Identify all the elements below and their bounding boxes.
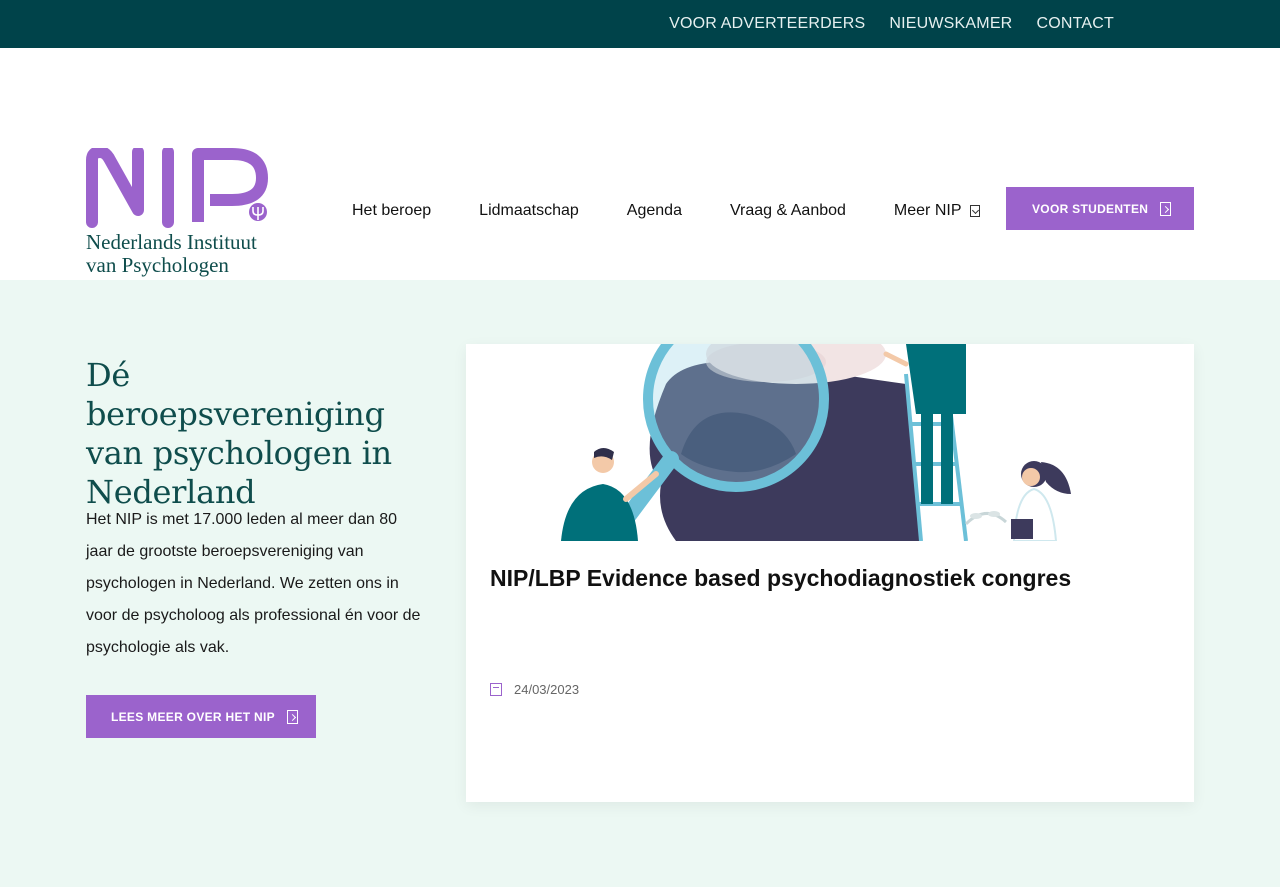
nav-item-agenda[interactable]: Agenda: [603, 202, 706, 220]
date-value: 24/03/2023: [514, 682, 580, 697]
nav-item-lidmaatschap[interactable]: Lidmaatschap: [455, 202, 603, 220]
link-voor-adverteerders[interactable]: VOOR ADVERTEERDERS: [669, 15, 865, 33]
logo-line-1: Nederlands Instituut: [86, 230, 257, 254]
link-contact[interactable]: CONTACT: [1036, 15, 1114, 33]
nip-logo[interactable]: Nederlands Instituut van Psychologen: [86, 146, 270, 282]
nav-label: Lidmaatschap: [479, 202, 579, 219]
chevron-down-icon: [969, 205, 980, 217]
voor-studenten-button[interactable]: VOOR STUDENTEN: [1006, 187, 1194, 230]
news-card-date: 24/03/2023: [490, 682, 579, 697]
news-card-title: NIP/LBP Evidence based psychodiagnostiek…: [490, 565, 1072, 591]
top-links: VOOR ADVERTEERDERS NIEUWSKAMER CONTACT: [669, 0, 1114, 48]
button-label: VOOR STUDENTEN: [1032, 201, 1149, 216]
lees-meer-button[interactable]: LEES MEER OVER HET NIP: [86, 695, 316, 738]
button-label: LEES MEER OVER HET NIP: [111, 709, 275, 724]
calendar-icon: [490, 683, 502, 696]
link-nieuwskamer[interactable]: NIEUWSKAMER: [889, 15, 1012, 33]
illustration-psychology: [561, 344, 1071, 541]
main-nav: Het beroep Lidmaatschap Agenda Vraag & A…: [328, 188, 1004, 234]
arrow-right-icon: [286, 709, 298, 724]
site-header: Nederlands Instituut van Psychologen Het…: [0, 48, 1280, 280]
logo-line-2: van Psychologen: [86, 253, 229, 277]
nav-item-vraag-aanbod[interactable]: Vraag & Aanbod: [706, 202, 870, 220]
nav-label: Vraag & Aanbod: [729, 202, 846, 219]
nav-label: Agenda: [626, 202, 682, 219]
hero-text: Het NIP is met 17.000 leden al meer dan …: [86, 511, 421, 656]
nav-item-meer-nip[interactable]: Meer NIP: [870, 202, 1004, 220]
top-bar: VOOR ADVERTEERDERS NIEUWSKAMER CONTACT: [0, 0, 1280, 48]
nav-label: Het beroep: [352, 202, 432, 219]
nav-label: Meer NIP: [893, 202, 962, 219]
nav-item-het-beroep[interactable]: Het beroep: [328, 202, 455, 220]
hero-title: Dé beroepsvereniging van psychologen in …: [86, 356, 392, 511]
news-card-illustration: [466, 344, 1194, 541]
hero-section: Dé beroepsvereniging van psychologen in …: [0, 280, 1280, 887]
nip-logo-mark: [86, 146, 268, 228]
news-card[interactable]: NIP/LBP Evidence based psychodiagnostiek…: [466, 344, 1194, 802]
logo-subtitle: Nederlands Instituut van Psychologen: [86, 231, 257, 277]
arrow-right-icon: [1160, 201, 1172, 216]
